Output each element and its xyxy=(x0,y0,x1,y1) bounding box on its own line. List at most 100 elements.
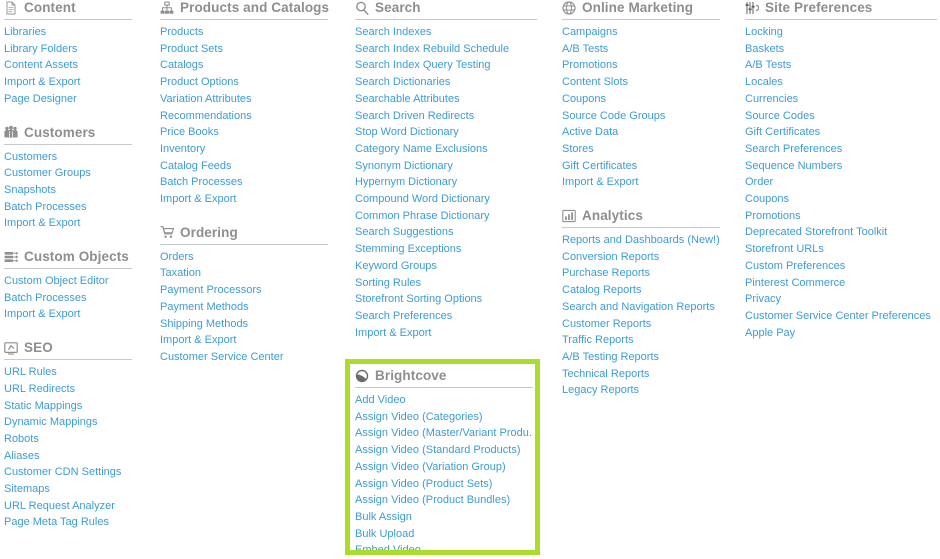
menu-link-brightcove-9[interactable]: Embed Video xyxy=(355,542,533,559)
menu-link-analytics-3[interactable]: Catalog Reports xyxy=(562,282,720,299)
menu-link-seo-9[interactable]: Page Meta Tag Rules xyxy=(4,514,132,531)
menu-link-products-and-catalogs-6[interactable]: Price Books xyxy=(160,124,328,141)
menu-link-products-and-catalogs-4[interactable]: Variation Attributes xyxy=(160,91,328,108)
menu-link-brightcove-8[interactable]: Bulk Upload xyxy=(355,526,533,543)
menu-link-search-7[interactable]: Category Name Exclusions xyxy=(355,141,537,158)
menu-link-ordering-3[interactable]: Payment Methods xyxy=(160,299,328,316)
menu-link-search-11[interactable]: Common Phrase Dictionary xyxy=(355,208,537,225)
menu-link-analytics-1[interactable]: Conversion Reports xyxy=(562,249,720,266)
menu-link-brightcove-3[interactable]: Assign Video (Standard Products) xyxy=(355,442,533,459)
menu-link-online-marketing-6[interactable]: Active Data xyxy=(562,124,720,141)
menu-link-analytics-7[interactable]: A/B Testing Reports xyxy=(562,349,720,366)
menu-link-site-preferences-5[interactable]: Source Codes xyxy=(745,108,937,125)
menu-link-brightcove-7[interactable]: Bulk Assign xyxy=(355,509,533,526)
menu-link-site-preferences-4[interactable]: Currencies xyxy=(745,91,937,108)
menu-link-products-and-catalogs-10[interactable]: Import & Export xyxy=(160,191,328,208)
menu-link-seo-3[interactable]: Dynamic Mappings xyxy=(4,414,132,431)
menu-link-products-and-catalogs-7[interactable]: Inventory xyxy=(160,141,328,158)
menu-link-brightcove-2[interactable]: Assign Video (Master/Variant Produ... xyxy=(355,425,533,442)
menu-link-search-1[interactable]: Search Index Rebuild Schedule xyxy=(355,41,537,58)
menu-link-site-preferences-2[interactable]: A/B Tests xyxy=(745,57,937,74)
menu-link-search-16[interactable]: Storefront Sorting Options xyxy=(355,291,537,308)
menu-link-site-preferences-13[interactable]: Storefront URLs xyxy=(745,241,937,258)
menu-link-online-marketing-9[interactable]: Import & Export xyxy=(562,174,720,191)
menu-link-seo-1[interactable]: URL Redirects xyxy=(4,381,132,398)
menu-link-online-marketing-8[interactable]: Gift Certificates xyxy=(562,158,720,175)
menu-link-ordering-5[interactable]: Import & Export xyxy=(160,332,328,349)
menu-link-site-preferences-16[interactable]: Privacy xyxy=(745,291,937,308)
menu-link-site-preferences-11[interactable]: Promotions xyxy=(745,208,937,225)
menu-link-custom-objects-1[interactable]: Batch Processes xyxy=(4,290,132,307)
menu-link-site-preferences-10[interactable]: Coupons xyxy=(745,191,937,208)
menu-link-analytics-4[interactable]: Search and Navigation Reports xyxy=(562,299,720,316)
menu-link-content-0[interactable]: Libraries xyxy=(4,24,132,41)
menu-link-brightcove-6[interactable]: Assign Video (Product Bundles) xyxy=(355,492,533,509)
menu-link-online-marketing-0[interactable]: Campaigns xyxy=(562,24,720,41)
menu-link-analytics-6[interactable]: Traffic Reports xyxy=(562,332,720,349)
menu-link-site-preferences-8[interactable]: Sequence Numbers xyxy=(745,158,937,175)
menu-link-online-marketing-4[interactable]: Coupons xyxy=(562,91,720,108)
menu-link-search-3[interactable]: Search Dictionaries xyxy=(355,74,537,91)
menu-link-custom-objects-0[interactable]: Custom Object Editor xyxy=(4,273,132,290)
menu-link-products-and-catalogs-1[interactable]: Product Sets xyxy=(160,41,328,58)
menu-link-online-marketing-1[interactable]: A/B Tests xyxy=(562,41,720,58)
menu-link-seo-7[interactable]: Sitemaps xyxy=(4,481,132,498)
menu-link-search-12[interactable]: Search Suggestions xyxy=(355,224,537,241)
menu-link-seo-0[interactable]: URL Rules xyxy=(4,364,132,381)
menu-link-analytics-5[interactable]: Customer Reports xyxy=(562,316,720,333)
menu-link-search-6[interactable]: Stop Word Dictionary xyxy=(355,124,537,141)
menu-link-site-preferences-6[interactable]: Gift Certificates xyxy=(745,124,937,141)
menu-link-site-preferences-14[interactable]: Custom Preferences xyxy=(745,258,937,275)
menu-link-online-marketing-5[interactable]: Source Code Groups xyxy=(562,108,720,125)
menu-link-online-marketing-3[interactable]: Content Slots xyxy=(562,74,720,91)
menu-link-ordering-4[interactable]: Shipping Methods xyxy=(160,316,328,333)
menu-link-content-1[interactable]: Library Folders xyxy=(4,41,132,58)
menu-link-search-4[interactable]: Searchable Attributes xyxy=(355,91,537,108)
menu-link-content-3[interactable]: Import & Export xyxy=(4,74,132,91)
menu-link-search-10[interactable]: Compound Word Dictionary xyxy=(355,191,537,208)
menu-link-customers-4[interactable]: Import & Export xyxy=(4,215,132,232)
menu-link-site-preferences-12[interactable]: Deprecated Storefront Toolkit xyxy=(745,224,937,241)
menu-link-brightcove-4[interactable]: Assign Video (Variation Group) xyxy=(355,459,533,476)
menu-link-customers-2[interactable]: Snapshots xyxy=(4,182,132,199)
menu-link-search-14[interactable]: Keyword Groups xyxy=(355,258,537,275)
menu-link-analytics-9[interactable]: Legacy Reports xyxy=(562,382,720,399)
menu-link-ordering-1[interactable]: Taxation xyxy=(160,265,328,282)
menu-link-search-15[interactable]: Sorting Rules xyxy=(355,275,537,292)
menu-link-site-preferences-1[interactable]: Baskets xyxy=(745,41,937,58)
menu-link-seo-5[interactable]: Aliases xyxy=(4,448,132,465)
menu-link-site-preferences-15[interactable]: Pinterest Commerce xyxy=(745,275,937,292)
menu-link-search-5[interactable]: Search Driven Redirects xyxy=(355,108,537,125)
menu-link-analytics-8[interactable]: Technical Reports xyxy=(562,366,720,383)
menu-link-brightcove-5[interactable]: Assign Video (Product Sets) xyxy=(355,476,533,493)
menu-link-search-0[interactable]: Search Indexes xyxy=(355,24,537,41)
menu-link-products-and-catalogs-3[interactable]: Product Options xyxy=(160,74,328,91)
menu-link-online-marketing-2[interactable]: Promotions xyxy=(562,57,720,74)
menu-link-products-and-catalogs-5[interactable]: Recommendations xyxy=(160,108,328,125)
menu-link-site-preferences-18[interactable]: Apple Pay xyxy=(745,325,937,342)
menu-link-brightcove-0[interactable]: Add Video xyxy=(355,392,533,409)
menu-link-products-and-catalogs-8[interactable]: Catalog Feeds xyxy=(160,158,328,175)
menu-link-ordering-2[interactable]: Payment Processors xyxy=(160,282,328,299)
menu-link-site-preferences-0[interactable]: Locking xyxy=(745,24,937,41)
menu-link-search-2[interactable]: Search Index Query Testing xyxy=(355,57,537,74)
menu-link-ordering-0[interactable]: Orders xyxy=(160,249,328,266)
menu-link-custom-objects-2[interactable]: Import & Export xyxy=(4,306,132,323)
menu-link-search-8[interactable]: Synonym Dictionary xyxy=(355,158,537,175)
menu-link-ordering-6[interactable]: Customer Service Center xyxy=(160,349,328,366)
menu-link-customers-3[interactable]: Batch Processes xyxy=(4,199,132,216)
menu-link-online-marketing-7[interactable]: Stores xyxy=(562,141,720,158)
menu-link-analytics-0[interactable]: Reports and Dashboards (New!) xyxy=(562,232,720,249)
menu-link-site-preferences-7[interactable]: Search Preferences xyxy=(745,141,937,158)
menu-link-site-preferences-17[interactable]: Customer Service Center Preferences xyxy=(745,308,937,325)
menu-link-customers-0[interactable]: Customers xyxy=(4,149,132,166)
menu-link-search-13[interactable]: Stemming Exceptions xyxy=(355,241,537,258)
menu-link-seo-6[interactable]: Customer CDN Settings xyxy=(4,464,132,481)
menu-link-search-17[interactable]: Search Preferences xyxy=(355,308,537,325)
menu-link-seo-8[interactable]: URL Request Analyzer xyxy=(4,498,132,515)
menu-link-seo-4[interactable]: Robots xyxy=(4,431,132,448)
menu-link-analytics-2[interactable]: Purchase Reports xyxy=(562,265,720,282)
menu-link-search-18[interactable]: Import & Export xyxy=(355,325,537,342)
menu-link-products-and-catalogs-2[interactable]: Catalogs xyxy=(160,57,328,74)
menu-link-customers-1[interactable]: Customer Groups xyxy=(4,165,132,182)
